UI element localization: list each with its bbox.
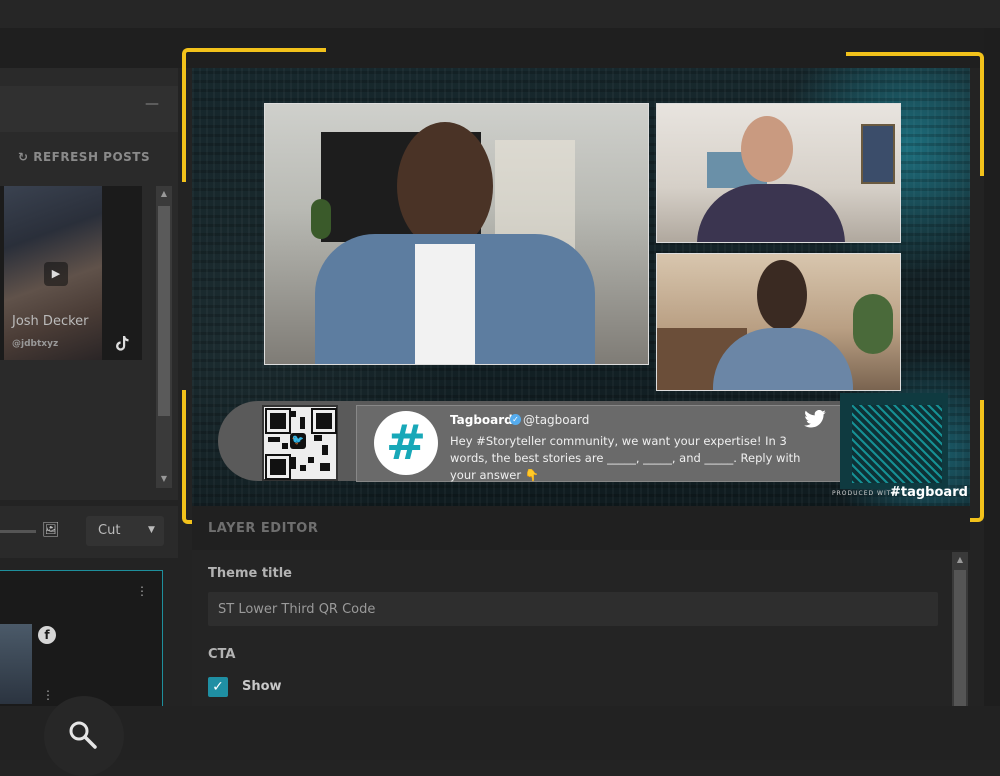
search-icon[interactable] bbox=[66, 718, 100, 752]
shirt bbox=[415, 244, 475, 364]
facebook-icon: f bbox=[38, 626, 56, 644]
play-icon[interactable]: ▶ bbox=[44, 262, 68, 286]
highlight-bracket-top-right bbox=[846, 52, 984, 176]
cta-show-label[interactable]: Show bbox=[242, 679, 282, 694]
twitter-icon bbox=[804, 409, 826, 428]
editor-scrollbar-thumb[interactable] bbox=[954, 570, 966, 706]
post-card[interactable] bbox=[0, 186, 142, 360]
right-edge bbox=[984, 28, 1000, 706]
layer-thumbnail bbox=[0, 624, 32, 704]
transition-select-value: Cut bbox=[98, 523, 121, 538]
post-author-handle: @jdbtxyz bbox=[12, 339, 59, 349]
top-bar bbox=[0, 0, 1000, 28]
refresh-posts-button[interactable]: ↻ REFRESH POSTS bbox=[18, 150, 150, 164]
tweet-text: Hey #Storyteller community, we want your… bbox=[450, 434, 801, 482]
chevron-down-icon: ▼ bbox=[148, 525, 155, 535]
verified-icon: ✓ bbox=[510, 414, 521, 425]
scroll-up-arrow-icon[interactable]: ▲ bbox=[158, 188, 170, 200]
more-options-icon[interactable]: ⋮ bbox=[136, 584, 148, 598]
person-head bbox=[741, 116, 793, 182]
person-head bbox=[757, 260, 807, 330]
video-tile-bottom-right bbox=[656, 253, 901, 391]
cta-show-checkbox[interactable]: ✓ bbox=[208, 677, 228, 697]
image-icon[interactable]: 🖼 bbox=[42, 522, 60, 538]
tiktok-icon bbox=[116, 336, 129, 355]
theme-title-label: Theme title bbox=[208, 566, 292, 581]
more-options-icon[interactable]: ⋮ bbox=[42, 688, 54, 702]
bottom-bar bbox=[0, 706, 1000, 760]
tweet-author: Tagboard bbox=[450, 413, 513, 427]
cta-label: CTA bbox=[208, 647, 236, 662]
posts-scrollbar-thumb[interactable] bbox=[158, 206, 170, 416]
layer-editor-title: LAYER EDITOR bbox=[208, 521, 319, 536]
person-body bbox=[697, 184, 845, 242]
scroll-down-arrow-icon[interactable]: ▼ bbox=[158, 473, 170, 485]
post-author-name: Josh Decker bbox=[12, 314, 89, 329]
transition-slider[interactable] bbox=[0, 530, 36, 533]
theme-title-input[interactable] bbox=[208, 592, 938, 626]
person-head bbox=[397, 122, 493, 250]
scroll-up-arrow-icon[interactable]: ▲ bbox=[954, 554, 966, 566]
highlight-bracket-bottom-left bbox=[182, 390, 326, 524]
collapse-icon[interactable]: — bbox=[145, 97, 159, 111]
plant bbox=[853, 294, 893, 354]
plant bbox=[311, 199, 331, 239]
tweet-avatar: # bbox=[374, 411, 438, 475]
highlight-bracket-bottom-right bbox=[846, 400, 984, 522]
highlight-bracket-top-left bbox=[182, 48, 326, 182]
tweet-handle: @tagboard bbox=[523, 413, 590, 427]
